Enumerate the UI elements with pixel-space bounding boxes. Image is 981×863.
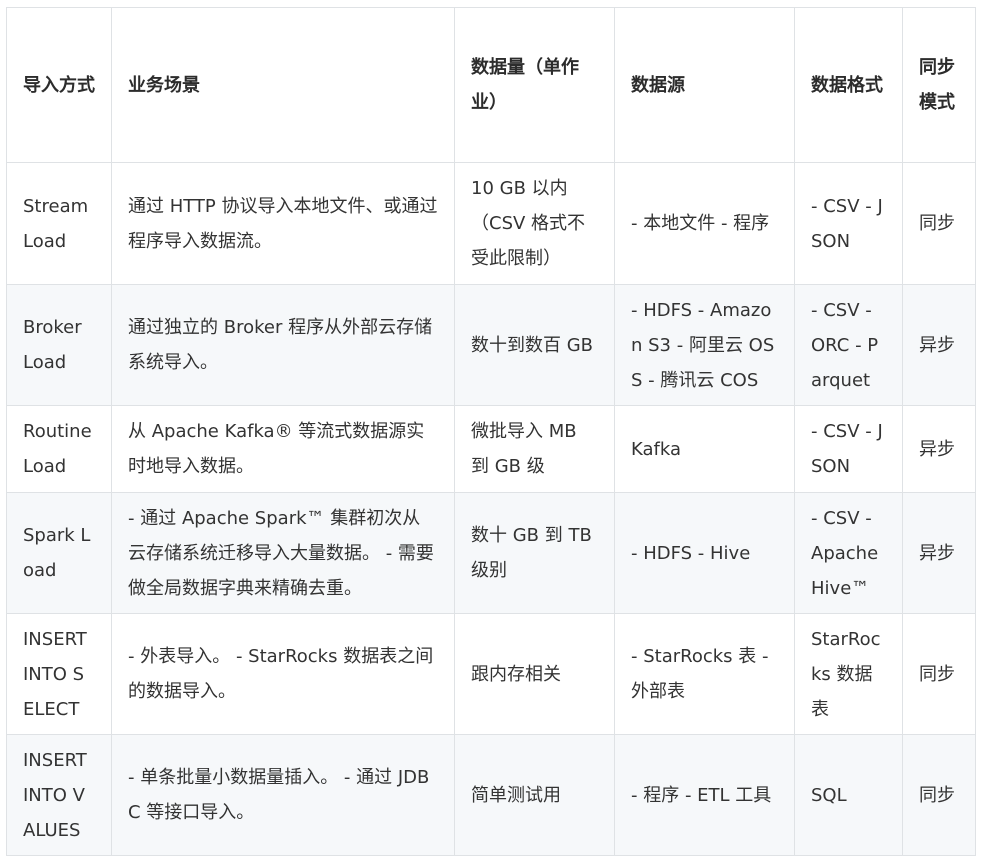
table-row: Routine Load 从 Apache Kafka® 等流式数据源实时地导入… <box>6 405 976 493</box>
cell-sync-mode: 同步 <box>902 162 976 285</box>
cell-data-format: StarRocks 数据表 <box>794 613 903 735</box>
cell-data-volume: 数十到数百 GB <box>454 284 615 406</box>
table-row: Spark Load - 通过 Apache Spark™ 集群初次从云存储系统… <box>6 492 976 614</box>
cell-data-format: - CSV - JSON <box>794 162 903 285</box>
header-data-source: 数据源 <box>614 7 795 163</box>
cell-data-source: - HDFS - Amazon S3 - 阿里云 OSS - 腾讯云 COS <box>614 284 795 406</box>
cell-import-method: INSERT INTO VALUES <box>6 734 112 856</box>
header-import-method: 导入方式 <box>6 7 112 163</box>
cell-data-source: Kafka <box>614 405 795 493</box>
cell-business-scenario: - 通过 Apache Spark™ 集群初次从云存储系统迁移导入大量数据。 -… <box>111 492 455 614</box>
cell-sync-mode: 异步 <box>902 492 976 614</box>
cell-business-scenario: 通过 HTTP 协议导入本地文件、或通过程序导入数据流。 <box>111 162 455 285</box>
table-row: Broker Load 通过独立的 Broker 程序从外部云存储系统导入。 数… <box>6 284 976 406</box>
cell-data-format: - CSV - JSON <box>794 405 903 493</box>
cell-data-volume: 微批导入 MB 到 GB 级 <box>454 405 615 493</box>
cell-business-scenario: 从 Apache Kafka® 等流式数据源实时地导入数据。 <box>111 405 455 493</box>
header-data-format: 数据格式 <box>794 7 903 163</box>
cell-import-method: INSERT INTO SELECT <box>6 613 112 735</box>
header-sync-mode: 同步模式 <box>902 7 976 163</box>
cell-business-scenario: - 外表导入。 - StarRocks 数据表之间的数据导入。 <box>111 613 455 735</box>
cell-sync-mode: 同步 <box>902 734 976 856</box>
cell-data-source: - HDFS - Hive <box>614 492 795 614</box>
import-methods-table-container: 导入方式 业务场景 数据量（单作业） 数据源 数据格式 同步模式 Stream … <box>6 7 976 856</box>
cell-business-scenario: 通过独立的 Broker 程序从外部云存储系统导入。 <box>111 284 455 406</box>
cell-data-format: SQL <box>794 734 903 856</box>
header-data-volume: 数据量（单作业） <box>454 7 615 163</box>
table-row: Stream Load 通过 HTTP 协议导入本地文件、或通过程序导入数据流。… <box>6 162 976 285</box>
cell-data-source: - StarRocks 表 - 外部表 <box>614 613 795 735</box>
cell-sync-mode: 异步 <box>902 284 976 406</box>
cell-data-source: - 程序 - ETL 工具 <box>614 734 795 856</box>
cell-sync-mode: 同步 <box>902 613 976 735</box>
cell-business-scenario: - 单条批量小数据量插入。 - 通过 JDBC 等接口导入。 <box>111 734 455 856</box>
cell-data-volume: 简单测试用 <box>454 734 615 856</box>
cell-data-volume: 跟内存相关 <box>454 613 615 735</box>
cell-data-volume: 数十 GB 到 TB 级别 <box>454 492 615 614</box>
table-row: INSERT INTO VALUES - 单条批量小数据量插入。 - 通过 JD… <box>6 734 976 856</box>
cell-data-format: - CSV - Apache Hive™ <box>794 492 903 614</box>
cell-data-format: - CSV - ORC - Parquet <box>794 284 903 406</box>
table-header-row: 导入方式 业务场景 数据量（单作业） 数据源 数据格式 同步模式 <box>6 7 976 163</box>
cell-import-method: Spark Load <box>6 492 112 614</box>
cell-data-source: - 本地文件 - 程序 <box>614 162 795 285</box>
table-row: INSERT INTO SELECT - 外表导入。 - StarRocks 数… <box>6 613 976 735</box>
cell-data-volume: 10 GB 以内（CSV 格式不受此限制） <box>454 162 615 285</box>
header-business-scenario: 业务场景 <box>111 7 455 163</box>
cell-sync-mode: 异步 <box>902 405 976 493</box>
cell-import-method: Stream Load <box>6 162 112 285</box>
cell-import-method: Routine Load <box>6 405 112 493</box>
cell-import-method: Broker Load <box>6 284 112 406</box>
import-methods-table: 导入方式 业务场景 数据量（单作业） 数据源 数据格式 同步模式 Stream … <box>6 7 976 856</box>
